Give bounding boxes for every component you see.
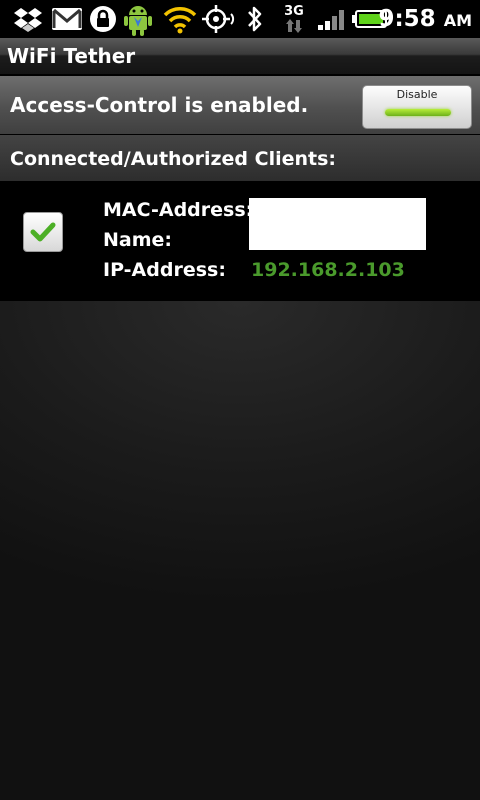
redacted-mac-name-box — [249, 198, 426, 250]
lock-app-icon — [88, 0, 118, 38]
ip-address-value: 192.168.2.103 — [251, 259, 405, 281]
checkmark-icon — [30, 222, 56, 242]
toggle-button-label: Disable — [396, 88, 438, 101]
ip-address-label: IP-Address: — [103, 259, 226, 281]
screen: 3G 9:58 AM WiFi Tether Access-Control is… — [0, 0, 480, 800]
client-row[interactable]: MAC-Address: Name: IP-Address: 192.168.2… — [0, 181, 480, 301]
clients-section-header: Connected/Authorized Clients: — [0, 135, 480, 181]
time-ampm: AM — [443, 11, 472, 30]
bluetooth-icon — [244, 0, 266, 38]
wifi-hotspot-icon — [162, 0, 198, 38]
status-time: 9:58 AM — [378, 0, 472, 38]
toggle-indicator-light — [385, 109, 451, 116]
mac-address-label: MAC-Address: — [103, 199, 254, 221]
android-icon — [120, 0, 156, 38]
disable-access-control-button[interactable]: Disable — [362, 85, 472, 129]
3g-data-icon: 3G — [280, 0, 308, 38]
status-bar: 3G 9:58 AM — [0, 0, 480, 38]
name-label: Name: — [103, 229, 173, 251]
signal-icon — [316, 0, 348, 38]
content-background — [0, 301, 480, 800]
gps-icon — [200, 0, 236, 38]
dropbox-icon — [12, 0, 44, 38]
app-title: WiFi Tether — [7, 44, 136, 68]
app-title-bar: WiFi Tether — [0, 38, 480, 75]
access-control-bar: Access-Control is enabled. Disable — [0, 76, 480, 134]
access-control-status: Access-Control is enabled. — [10, 93, 309, 117]
clients-section-title: Connected/Authorized Clients: — [10, 148, 337, 170]
client-authorized-checkbox[interactable] — [23, 212, 63, 252]
time-value: 9:58 — [378, 6, 436, 32]
gmail-icon — [50, 0, 84, 38]
